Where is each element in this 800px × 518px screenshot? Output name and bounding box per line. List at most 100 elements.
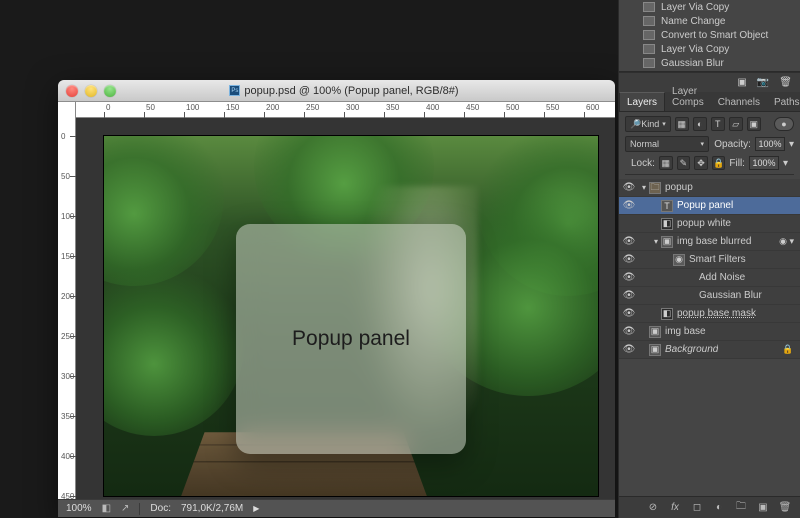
panel-tab-channels[interactable]: Channels — [711, 93, 767, 111]
new-group-icon[interactable]: 🗀 — [734, 501, 748, 515]
history-panel: Layer Via Copy Name Change Convert to Smar… — [619, 0, 800, 72]
history-step-icon — [643, 16, 655, 26]
panel-tab-layers[interactable]: Layers — [619, 92, 665, 111]
history-item[interactable]: Name Change — [619, 14, 800, 28]
snapshot-icon[interactable]: 📷 — [757, 77, 769, 88]
history-item[interactable]: Convert to Smart Object — [619, 28, 800, 42]
preview-icon[interactable]: ◧ — [102, 503, 111, 514]
layer-row[interactable]: 👁 ▣ img base — [619, 323, 800, 341]
link-layers-icon[interactable]: ⊘ — [646, 501, 660, 515]
filter-effects-icon: ◉ — [673, 254, 685, 266]
window-titlebar[interactable]: Ps popup.psd @ 100% (Popup panel, RGB/8#… — [58, 80, 615, 102]
layer-name: Smart Filters — [689, 254, 746, 265]
lock-icon: 🔒 — [782, 344, 794, 356]
history-item[interactable]: Gaussian Blur — [619, 56, 800, 70]
disclosure-triangle-icon[interactable]: ▾ — [651, 237, 661, 246]
ruler-vertical[interactable]: 050100150200250300350400450 — [58, 102, 76, 499]
layer-filter-icons: ▦ ◐ T ▱ ▣ — [675, 117, 761, 131]
history-item[interactable]: Layer Via Copy — [619, 0, 800, 14]
opacity-field[interactable]: 100% — [755, 137, 785, 151]
history-step-icon — [643, 2, 655, 12]
filter-pixel-icon[interactable]: ▦ — [675, 117, 689, 131]
history-item-label: Name Change — [661, 16, 725, 27]
doc-info-label: Doc: — [150, 503, 171, 514]
lock-label: Lock: — [631, 158, 655, 169]
right-panel-dock: Layer Via Copy Name Change Convert to Smar… — [618, 0, 800, 518]
visibility-toggle-icon[interactable]: 👁 — [619, 308, 639, 319]
filter-type-icon[interactable]: T — [711, 117, 725, 131]
document-window: Ps popup.psd @ 100% (Popup panel, RGB/8#… — [58, 80, 615, 517]
layer-options: 🔎Kind▾ ▦ ◐ T ▱ ▣ ● Normal▾ Opacit — [619, 112, 800, 179]
visibility-toggle-icon[interactable]: 👁 — [619, 326, 639, 337]
export-icon[interactable]: ↗ — [121, 503, 129, 514]
foliage-shape — [104, 256, 244, 436]
visibility-toggle-icon[interactable]: 👁 — [619, 344, 639, 355]
visibility-toggle-icon[interactable]: 👁 — [619, 236, 639, 247]
history-step-icon — [643, 30, 655, 40]
layer-row[interactable]: 👁◧popup base mask — [619, 305, 800, 323]
history-item-label: Layer Via Copy — [661, 2, 729, 13]
layer-row[interactable]: 👁▣Background🔒 — [619, 341, 800, 359]
popup-panel-layer[interactable]: Popup panel — [236, 224, 466, 454]
panel-tab-layer-comps[interactable]: Layer Comps — [665, 82, 711, 111]
layer-row[interactable]: 👁Gaussian Blur — [619, 287, 800, 305]
fill-slider-icon[interactable]: ▾ — [783, 158, 788, 169]
layer-row[interactable]: ◧popup white — [619, 215, 800, 233]
panel-tab-paths[interactable]: Paths — [767, 93, 800, 111]
layer-row[interactable]: 👁Add Noise — [619, 269, 800, 287]
fill-label: Fill: — [729, 158, 745, 169]
layer-name: Background — [665, 344, 718, 355]
document-canvas[interactable]: Popup panel — [104, 136, 598, 496]
filter-shape-icon[interactable]: ▱ — [729, 117, 743, 131]
layer-mask-icon[interactable]: ◻ — [690, 501, 704, 515]
doc-info-chevron-icon[interactable]: ▶ — [253, 504, 259, 513]
layers-tree[interactable]: 👁▾🗀popup👁TPopup panel◧popup white👁▾▣img … — [619, 179, 800, 359]
layer-row[interactable]: 👁▾🗀popup — [619, 179, 800, 197]
history-step-icon — [643, 58, 655, 68]
lock-transparency-icon[interactable]: ▦ — [659, 156, 673, 170]
visibility-toggle-icon[interactable]: 👁 — [619, 182, 639, 193]
lock-pixels-icon[interactable]: ✎ — [677, 156, 691, 170]
filter-toggle[interactable]: ● — [774, 117, 794, 131]
adjustment-layer-icon[interactable]: ◐ — [712, 501, 726, 515]
zoom-level[interactable]: 100% — [66, 503, 92, 514]
smart-object-icon: ▣ — [649, 326, 661, 338]
layer-effects-icon[interactable]: ◉ ▾ — [779, 236, 794, 247]
visibility-toggle-icon[interactable]: 👁 — [619, 200, 639, 211]
filter-kind-select[interactable]: 🔎Kind▾ — [625, 116, 671, 132]
layer-style-icon[interactable]: fx — [668, 501, 682, 515]
fill-field[interactable]: 100% — [749, 156, 779, 170]
type-layer-icon: T — [661, 200, 673, 212]
history-item[interactable]: Layer Via Copy — [619, 42, 800, 56]
visibility-toggle-icon[interactable]: 👁 — [619, 254, 639, 265]
history-item-label: Gaussian Blur — [661, 58, 724, 69]
visibility-toggle-icon[interactable]: 👁 — [619, 272, 639, 283]
layer-row[interactable]: 👁 ◉ Smart Filters — [619, 251, 800, 269]
ruler-horizontal[interactable]: 050100150200250300350400450500550600 — [76, 102, 615, 118]
delete-state-icon[interactable]: 🗑 — [779, 77, 792, 88]
disclosure-triangle-icon[interactable]: ▾ — [639, 183, 649, 192]
opacity-slider-icon[interactable]: ▾ — [789, 139, 794, 150]
history-list[interactable]: Layer Via Copy Name Change Convert to Smar… — [619, 0, 800, 72]
panel-tabs: LayersLayer CompsChannelsPaths▸≡ — [619, 92, 800, 112]
window-title: Ps popup.psd @ 100% (Popup panel, RGB/8#… — [73, 85, 615, 97]
filter-smart-icon[interactable]: ▣ — [747, 117, 761, 131]
layer-row[interactable]: 👁TPopup panel — [619, 197, 800, 215]
blend-mode-select[interactable]: Normal▾ — [625, 136, 709, 152]
filter-adjust-icon[interactable]: ◐ — [693, 117, 707, 131]
lock-all-icon[interactable]: 🔒 — [712, 156, 726, 170]
create-document-icon[interactable]: ▣ — [737, 77, 746, 88]
layers-panel-footer: ⊘ fx ◻ ◐ 🗀 ▣ 🗑 — [619, 496, 800, 518]
new-layer-icon[interactable]: ▣ — [756, 501, 770, 515]
lock-position-icon[interactable]: ✥ — [694, 156, 708, 170]
history-item-label: Convert to Smart Object — [661, 30, 768, 41]
layer-name: img base — [665, 326, 706, 337]
canvas-viewport[interactable]: Popup panel — [76, 118, 615, 499]
visibility-toggle-icon[interactable]: 👁 — [619, 290, 639, 301]
doc-info-value[interactable]: 791,0K/2,76M — [181, 503, 243, 514]
delete-layer-icon[interactable]: 🗑 — [778, 501, 792, 515]
history-item-label: Layer Via Copy — [661, 44, 729, 55]
layer-row[interactable]: 👁▾▣img base blurred◉ ▾ — [619, 233, 800, 251]
document-statusbar: 100% ◧ ↗ Doc: 791,0K/2,76M ▶ — [58, 499, 615, 517]
mask-thumbnail-icon: ◧ — [661, 218, 673, 230]
